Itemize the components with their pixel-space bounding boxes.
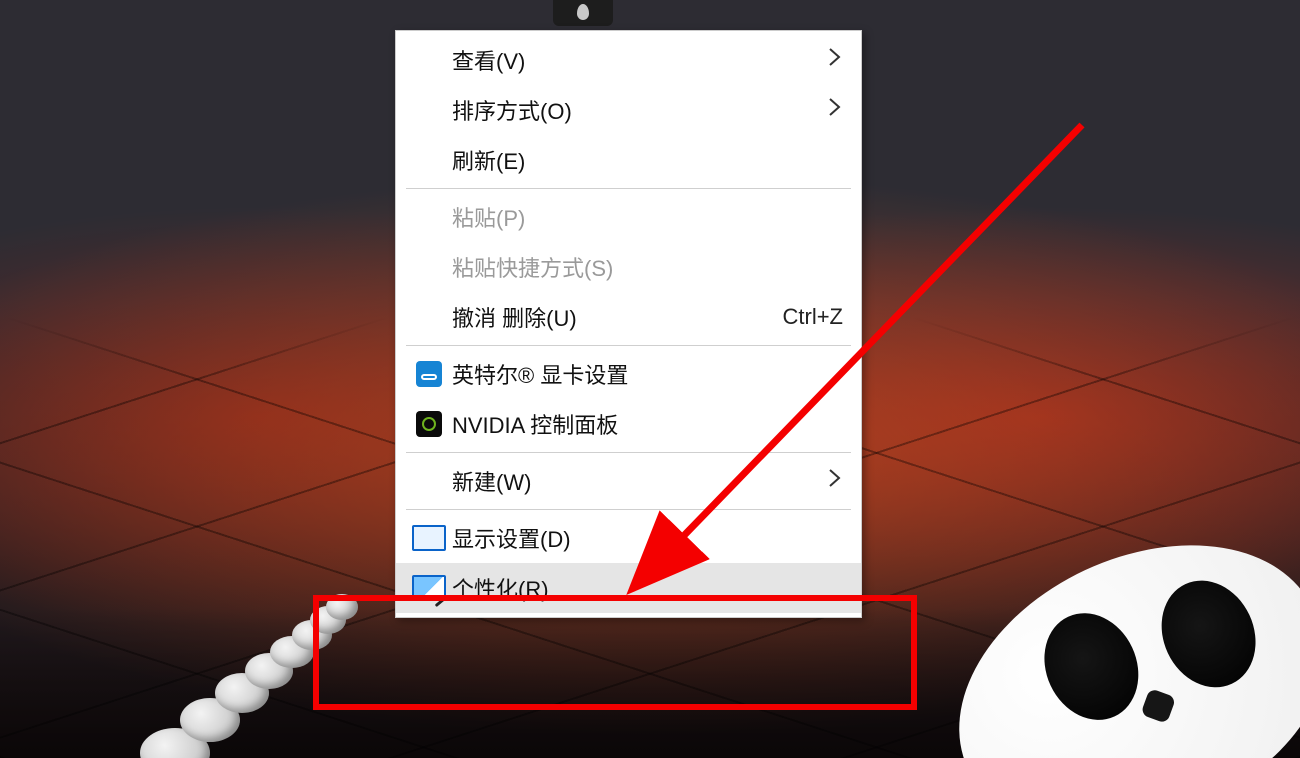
personalize-icon [406, 575, 452, 601]
menu-item-paste_short: 粘贴快捷方式(S) [396, 242, 861, 292]
chevron-right-icon [827, 46, 843, 74]
menu-item-paste: 粘贴(P) [396, 192, 861, 242]
top-badge-icon [553, 0, 613, 26]
menu-separator [406, 345, 851, 346]
menu-item-label: 查看(V) [452, 44, 827, 76]
menu-item-personalize[interactable]: 个性化(R) [396, 563, 861, 613]
menu-item-label: 撤消 删除(U) [452, 301, 783, 333]
menu-item-label: 显示设置(D) [452, 522, 843, 554]
chevron-right-icon [827, 96, 843, 124]
menu-item-label: 英特尔® 显卡设置 [452, 358, 843, 390]
desktop-context-menu: 查看(V) 排序方式(O) 刷新(E) 粘贴(P) 粘贴快捷方式(S) 撤消 删除(U)C… [395, 30, 862, 618]
menu-item-label: 刷新(E) [452, 144, 843, 176]
menu-item-view[interactable]: 查看(V) [396, 35, 861, 85]
intel-icon [406, 361, 452, 387]
menu-separator [406, 452, 851, 453]
menu-item-refresh[interactable]: 刷新(E) [396, 135, 861, 185]
nvidia-icon [406, 411, 452, 437]
menu-item-nvidia[interactable]: NVIDIA 控制面板 [396, 399, 861, 449]
menu-item-label: 新建(W) [452, 465, 827, 497]
menu-item-new[interactable]: 新建(W) [396, 456, 861, 506]
menu-separator [406, 509, 851, 510]
menu-item-label: 排序方式(O) [452, 94, 827, 126]
menu-item-sort[interactable]: 排序方式(O) [396, 85, 861, 135]
menu-item-display[interactable]: 显示设置(D) [396, 513, 861, 563]
menu-item-label: 粘贴(P) [452, 201, 843, 233]
menu-item-accelerator: Ctrl+Z [783, 304, 844, 330]
menu-item-undo[interactable]: 撤消 删除(U)Ctrl+Z [396, 292, 861, 342]
menu-item-label: NVIDIA 控制面板 [452, 408, 843, 440]
menu-separator [406, 188, 851, 189]
menu-item-label: 个性化(R) [452, 572, 843, 604]
chevron-right-icon [827, 467, 843, 495]
menu-item-label: 粘贴快捷方式(S) [452, 251, 843, 283]
display-icon [406, 525, 452, 551]
menu-item-intel[interactable]: 英特尔® 显卡设置 [396, 349, 861, 399]
